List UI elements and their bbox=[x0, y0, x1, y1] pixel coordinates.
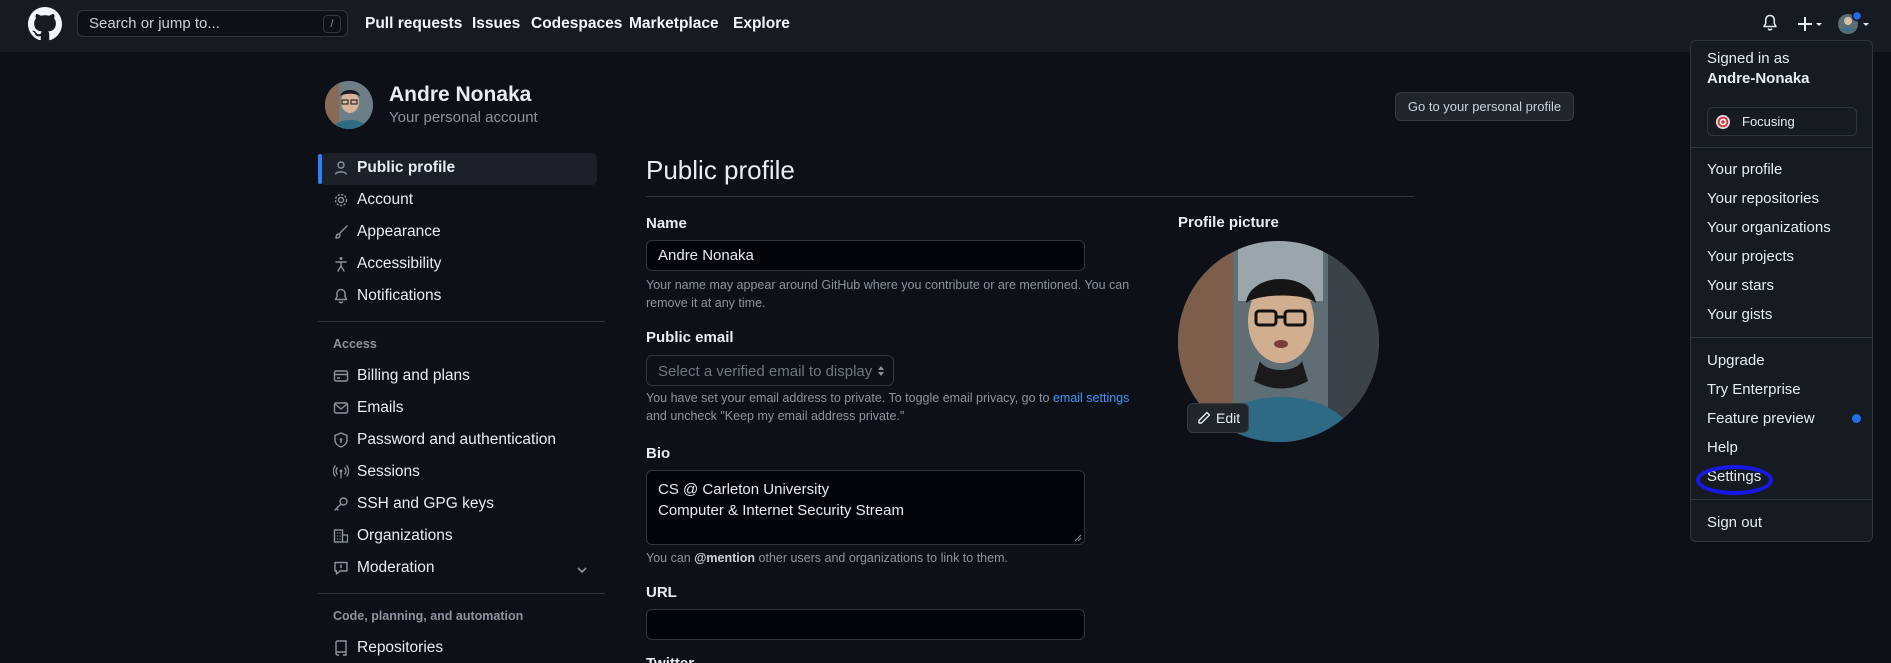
sidebar-item-label: SSH and GPG keys bbox=[357, 495, 494, 512]
organization-icon bbox=[333, 529, 349, 543]
sidebar-item-label: Emails bbox=[357, 399, 404, 416]
mail-icon bbox=[333, 402, 349, 414]
menu-item-sign-out[interactable]: Sign out bbox=[1707, 514, 1762, 531]
public-email-select[interactable]: Select a verified email to display bbox=[646, 355, 894, 386]
sidebar-heading-access: Access bbox=[333, 337, 377, 351]
person-icon bbox=[334, 161, 348, 175]
url-input[interactable] bbox=[646, 609, 1085, 640]
bio-line: CS @ Carleton University bbox=[658, 481, 830, 498]
feature-preview-indicator-dot bbox=[1852, 414, 1861, 423]
menu-item-your-repositories[interactable]: Your repositories bbox=[1707, 190, 1819, 207]
repo-icon bbox=[335, 640, 347, 656]
notifications-bell-icon[interactable] bbox=[1762, 14, 1778, 32]
page-title: Public profile bbox=[646, 155, 795, 185]
accessibility-icon bbox=[335, 257, 347, 272]
nav-marketplace[interactable]: Marketplace bbox=[629, 15, 719, 33]
chevron-down-icon[interactable] bbox=[576, 564, 588, 576]
sidebar-item-label: Moderation bbox=[357, 559, 435, 576]
menu-item-your-gists[interactable]: Your gists bbox=[1707, 306, 1772, 323]
bio-line: Computer & Internet Security Stream bbox=[658, 502, 904, 519]
sidebar-item-label: Appearance bbox=[357, 223, 441, 240]
menu-divider bbox=[1691, 337, 1872, 338]
sidebar-item-label: Billing and plans bbox=[357, 367, 470, 384]
gear-icon bbox=[334, 193, 348, 207]
public-email-label: Public email bbox=[646, 329, 734, 346]
paintbrush-icon bbox=[335, 225, 348, 239]
profile-avatar bbox=[325, 81, 373, 129]
credit-card-icon bbox=[333, 370, 349, 382]
pencil-icon bbox=[1198, 411, 1211, 424]
sidebar-item-label: Accessibility bbox=[357, 255, 442, 272]
select-arrows-icon bbox=[878, 366, 884, 376]
bio-help-text: You can @mention other users and organiz… bbox=[646, 551, 1008, 565]
name-help-text: Your name may appear around GitHub where… bbox=[646, 278, 1130, 310]
menu-divider bbox=[1691, 499, 1872, 500]
sidebar-divider bbox=[318, 593, 605, 594]
menu-item-your-projects[interactable]: Your projects bbox=[1707, 248, 1794, 265]
user-avatar-menu-icon[interactable] bbox=[1836, 11, 1872, 37]
top-header: Search or jump to... / Pull requests Iss… bbox=[0, 0, 1891, 52]
status-text: Focusing bbox=[1742, 114, 1795, 129]
public-email-placeholder: Select a verified email to display bbox=[658, 363, 873, 380]
menu-divider bbox=[1691, 147, 1872, 148]
menu-item-try-enterprise[interactable]: Try Enterprise bbox=[1707, 381, 1801, 398]
resize-handle-icon[interactable] bbox=[1074, 534, 1082, 542]
profile-picture-label: Profile picture bbox=[1178, 214, 1279, 231]
name-input[interactable]: Andre Nonaka bbox=[646, 240, 1085, 271]
edit-profile-picture-button[interactable]: Edit bbox=[1187, 403, 1249, 433]
sidebar-item-label: Organizations bbox=[357, 527, 453, 544]
sidebar-heading-code-planning-automation: Code, planning, and automation bbox=[333, 609, 524, 623]
sidebar-item-label: Repositories bbox=[357, 639, 444, 656]
nav-issues[interactable]: Issues bbox=[472, 15, 520, 33]
settings-highlight-annotation bbox=[1696, 465, 1773, 495]
menu-item-feature-preview[interactable]: Feature preview bbox=[1707, 410, 1815, 427]
twitter-label-partial: Twitter bbox=[646, 655, 706, 663]
menu-item-your-profile[interactable]: Your profile bbox=[1707, 161, 1782, 178]
name-input-value: Andre Nonaka bbox=[658, 247, 754, 264]
set-status-button[interactable]: Focusing bbox=[1707, 107, 1857, 136]
name-label: Name bbox=[646, 215, 687, 232]
sidebar-item-label: Notifications bbox=[357, 287, 442, 304]
menu-item-your-stars[interactable]: Your stars bbox=[1707, 277, 1774, 294]
create-new-plus-icon[interactable] bbox=[1797, 14, 1823, 34]
search-placeholder: Search or jump to... bbox=[89, 15, 220, 32]
search-input[interactable]: Search or jump to... / bbox=[77, 10, 348, 37]
sidebar-item-label: Public profile bbox=[357, 159, 456, 176]
title-divider bbox=[646, 196, 1414, 197]
nav-codespaces[interactable]: Codespaces bbox=[531, 15, 622, 33]
sidebar-item-label: Password and authentication bbox=[357, 431, 557, 448]
mention-text: @mention bbox=[694, 551, 756, 565]
bio-label: Bio bbox=[646, 445, 671, 462]
profile-subtitle: Your personal account bbox=[389, 109, 538, 126]
nav-explore[interactable]: Explore bbox=[733, 15, 790, 33]
search-shortcut-key: / bbox=[323, 15, 341, 33]
go-to-personal-profile-button[interactable]: Go to your personal profile bbox=[1395, 92, 1574, 121]
sidebar-item-label: Sessions bbox=[357, 463, 420, 480]
signed-in-as-text: Signed in as bbox=[1707, 50, 1790, 67]
sidebar-active-indicator bbox=[318, 154, 322, 184]
profile-name: Andre Nonaka bbox=[389, 83, 532, 106]
github-logo-icon[interactable] bbox=[28, 7, 62, 41]
sidebar-divider bbox=[318, 321, 605, 322]
target-emoji-icon bbox=[1716, 115, 1730, 129]
broadcast-icon bbox=[333, 465, 349, 479]
email-settings-link[interactable]: email settings bbox=[1053, 391, 1129, 405]
url-label: URL bbox=[646, 584, 677, 601]
email-help-text: You have set your email address to priva… bbox=[646, 391, 1130, 423]
sidebar-item-label: Account bbox=[357, 191, 414, 208]
edit-label: Edit bbox=[1216, 410, 1241, 426]
bell-icon bbox=[334, 288, 348, 304]
menu-item-your-organizations[interactable]: Your organizations bbox=[1707, 219, 1831, 236]
nav-pull-requests[interactable]: Pull requests bbox=[365, 15, 462, 33]
signed-in-username: Andre-Nonaka bbox=[1707, 70, 1810, 87]
key-icon bbox=[334, 497, 348, 511]
report-icon bbox=[334, 561, 348, 575]
bio-textarea[interactable]: CS @ Carleton University Computer & Inte… bbox=[646, 470, 1085, 545]
menu-item-upgrade[interactable]: Upgrade bbox=[1707, 352, 1765, 369]
menu-item-help[interactable]: Help bbox=[1707, 439, 1738, 456]
shield-lock-icon bbox=[334, 432, 348, 448]
